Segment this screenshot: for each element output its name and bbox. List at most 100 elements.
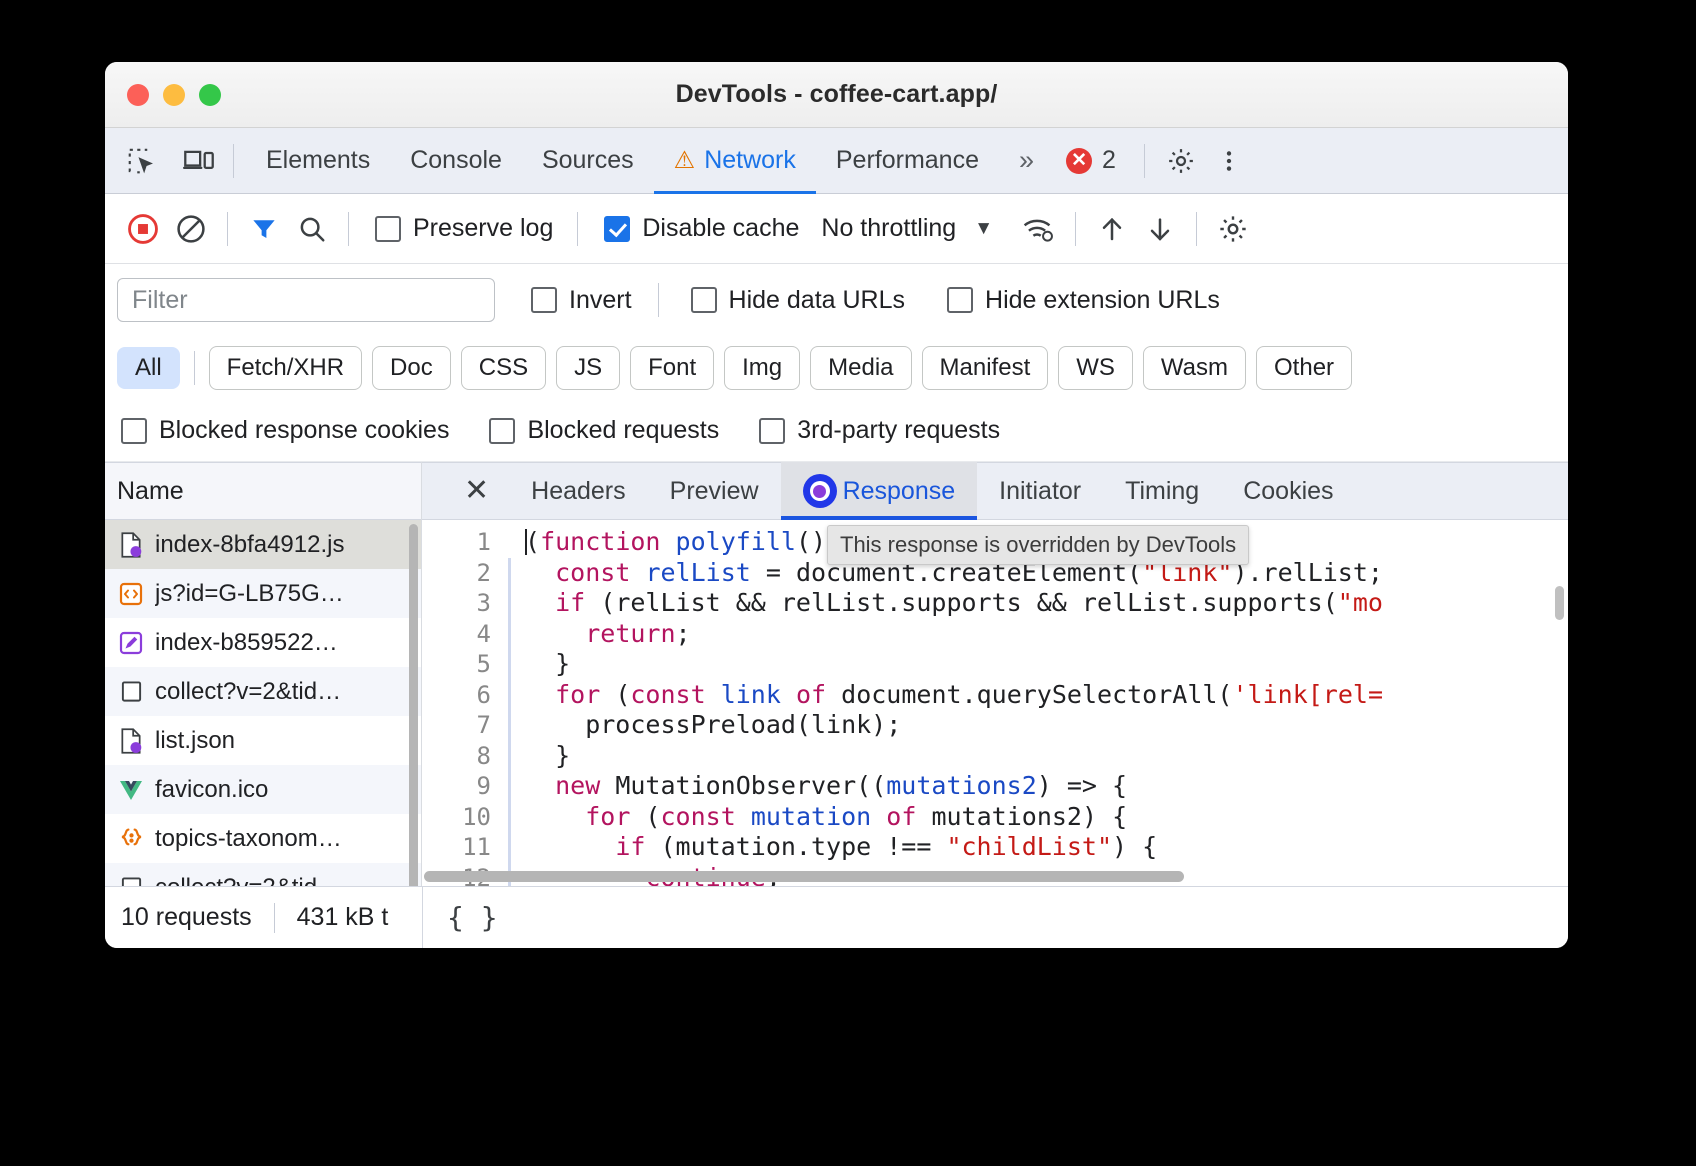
- pretty-print-icon[interactable]: { }: [447, 901, 498, 934]
- blocked-requests-label: Blocked requests: [527, 416, 719, 445]
- blocked-response-cookies-checkbox[interactable]: Blocked response cookies: [121, 416, 449, 445]
- close-icon[interactable]: ✕: [444, 476, 509, 506]
- invert-box: [531, 287, 557, 313]
- invert-checkbox[interactable]: Invert: [531, 286, 632, 315]
- table-row[interactable]: collect?v=2&tid…: [105, 863, 421, 886]
- more-tabs-chevron-icon[interactable]: »: [999, 145, 1050, 176]
- tab-initiator[interactable]: Initiator: [977, 462, 1103, 520]
- code-horizontal-scrollbar[interactable]: [424, 871, 1184, 882]
- type-filter-wasm[interactable]: Wasm: [1143, 346, 1246, 390]
- type-filter-manifest[interactable]: Manifest: [922, 346, 1049, 390]
- code-token: mutation: [751, 802, 871, 831]
- tab-preview[interactable]: Preview: [648, 462, 781, 520]
- network-settings-gear-icon[interactable]: [1209, 205, 1257, 253]
- tab-timing[interactable]: Timing: [1103, 462, 1221, 520]
- code-token: if: [615, 832, 645, 861]
- tab-elements[interactable]: Elements: [246, 128, 390, 194]
- net-divider-1: [227, 212, 228, 246]
- clear-icon[interactable]: [167, 205, 215, 253]
- type-filter-media[interactable]: Media: [810, 346, 911, 390]
- preserve-log-checkbox[interactable]: Preserve log: [375, 214, 553, 243]
- tab-console[interactable]: Console: [390, 128, 522, 194]
- hide-data-urls-checkbox[interactable]: Hide data URLs: [691, 286, 905, 315]
- blocked-requests-checkbox[interactable]: Blocked requests: [489, 416, 719, 445]
- chevron-down-icon[interactable]: ▼: [974, 218, 993, 240]
- throttling-select-value[interactable]: No throttling: [821, 214, 956, 243]
- code-token: polyfill: [676, 527, 796, 556]
- table-row[interactable]: topics-taxonom…: [105, 814, 421, 863]
- table-row[interactable]: favicon.ico: [105, 765, 421, 814]
- code-token: for: [585, 802, 630, 831]
- network-status-bar: 10 requests 431 kB t { }: [105, 886, 1568, 948]
- code-token: MutationObserver((: [600, 771, 886, 800]
- type-filter-img[interactable]: Img: [724, 346, 800, 390]
- type-filter-other[interactable]: Other: [1256, 346, 1352, 390]
- hide-extension-urls-label: Hide extension URLs: [985, 286, 1220, 315]
- table-row[interactable]: js?id=G-LB75G…: [105, 569, 421, 618]
- error-count-label: 2: [1102, 146, 1116, 175]
- disable-cache-checkbox[interactable]: Disable cache: [604, 214, 799, 243]
- inspect-element-icon[interactable]: [119, 141, 163, 181]
- code-token: [525, 588, 555, 617]
- line-number: 3: [422, 588, 508, 619]
- type-filter-font[interactable]: Font: [630, 346, 714, 390]
- table-row[interactable]: list.json: [105, 716, 421, 765]
- search-icon[interactable]: [288, 205, 336, 253]
- network-conditions-icon[interactable]: [1015, 205, 1063, 253]
- error-count-badge[interactable]: ✕ 2: [1050, 146, 1132, 175]
- code-token: [525, 558, 555, 587]
- status-divider: [274, 903, 275, 933]
- device-toolbar-icon[interactable]: [177, 141, 221, 181]
- filter-input[interactable]: [117, 278, 495, 322]
- third-party-requests-checkbox[interactable]: 3rd-party requests: [759, 416, 1000, 445]
- request-name: collect?v=2&tid…: [155, 678, 341, 706]
- chip-divider: [194, 351, 195, 385]
- name-column-header[interactable]: Name: [105, 462, 421, 520]
- kebab-menu-icon[interactable]: [1205, 137, 1253, 185]
- line-number: 2: [422, 558, 508, 589]
- code-token: (: [525, 527, 540, 556]
- hide-extension-urls-checkbox[interactable]: Hide extension URLs: [947, 286, 1220, 315]
- network-toolbar: Preserve log Disable cache No throttling…: [105, 194, 1568, 264]
- tab-network[interactable]: ⚠ Network: [654, 128, 816, 194]
- maximize-window-button[interactable]: [199, 84, 221, 106]
- upload-har-icon[interactable]: [1088, 205, 1136, 253]
- code-token: [706, 680, 721, 709]
- tab-sources[interactable]: Sources: [522, 128, 654, 194]
- table-row[interactable]: index-8bfa4912.js: [105, 520, 421, 569]
- minimize-window-button[interactable]: [163, 84, 185, 106]
- type-filter-ws[interactable]: WS: [1058, 346, 1133, 390]
- table-row[interactable]: collect?v=2&tid…: [105, 667, 421, 716]
- filter-funnel-icon[interactable]: [240, 205, 288, 253]
- code-token: ;: [676, 619, 691, 648]
- table-row[interactable]: index-b859522…: [105, 618, 421, 667]
- tab-performance[interactable]: Performance: [816, 128, 999, 194]
- tab-response[interactable]: Response: [781, 462, 978, 520]
- blocked-filters-row: Blocked response cookies Blocked request…: [105, 400, 1568, 462]
- type-filter-all[interactable]: All: [117, 347, 180, 389]
- type-filter-fetch-xhr[interactable]: Fetch/XHR: [209, 346, 362, 390]
- close-window-button[interactable]: [127, 84, 149, 106]
- tab-cookies[interactable]: Cookies: [1221, 462, 1355, 520]
- tab-elements-label: Elements: [266, 146, 370, 175]
- code-text: (function polyfill() {: [511, 527, 856, 558]
- type-filter-doc[interactable]: Doc: [372, 346, 451, 390]
- line-number: 10: [422, 802, 508, 833]
- code-token: [525, 619, 585, 648]
- blocked-response-cookies-box: [121, 418, 147, 444]
- download-har-icon[interactable]: [1136, 205, 1184, 253]
- blocked-response-cookies-label: Blocked response cookies: [159, 416, 449, 445]
- type-filter-js[interactable]: JS: [556, 346, 620, 390]
- tab-headers[interactable]: Headers: [509, 462, 648, 520]
- response-source-viewer[interactable]: 1(function polyfill() {2 const relList =…: [422, 520, 1568, 886]
- code-vertical-scrollbar[interactable]: [1555, 586, 1564, 620]
- code-line: 7 processPreload(link);: [422, 710, 1568, 741]
- tab-network-label: Network: [704, 146, 796, 175]
- type-filter-css[interactable]: CSS: [461, 346, 546, 390]
- request-name: topics-taxonom…: [155, 825, 342, 853]
- request-name: js?id=G-LB75G…: [155, 580, 344, 608]
- record-stop-icon[interactable]: [119, 205, 167, 253]
- gear-icon[interactable]: [1157, 137, 1205, 185]
- filter-bar: Invert Hide data URLs Hide extension URL…: [105, 264, 1568, 336]
- request-list-scrollbar[interactable]: [409, 524, 418, 886]
